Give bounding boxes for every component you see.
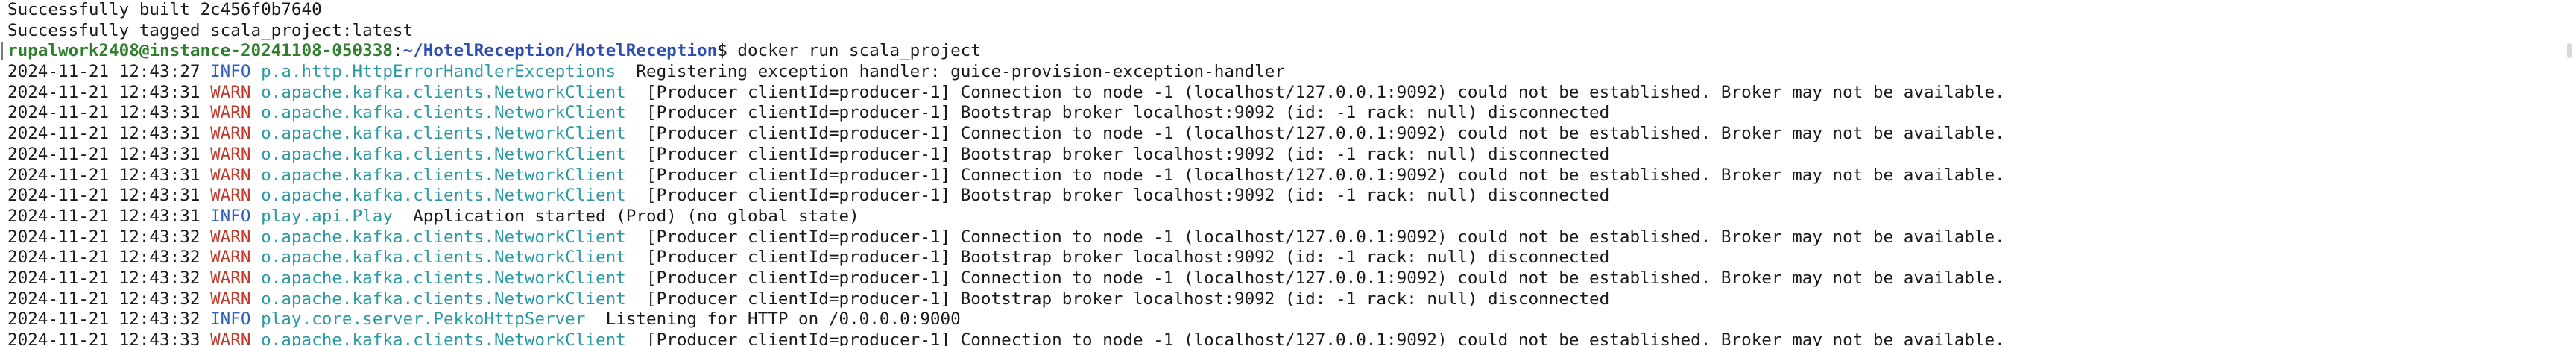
log-timestamp: 2024-11-21 12:43:31 <box>7 165 201 185</box>
line-marker <box>1 42 3 60</box>
log-logger: o.apache.kafka.clients.NetworkClient <box>261 144 626 164</box>
prompt-command: docker run scala_project <box>727 41 981 61</box>
log-timestamp: 2024-11-21 12:43:32 <box>7 268 201 288</box>
log-message: Application started (Prod) (no global st… <box>413 206 859 226</box>
log-message: [Producer clientId=producer-1] Connectio… <box>646 330 2005 346</box>
log-message: Listening for HTTP on /0.0.0.0:9000 <box>605 309 961 330</box>
log-logger: play.core.server.PekkoHttpServer <box>261 309 586 330</box>
log-line: 2024-11-21 12:43:31 INFO play.api.Play A… <box>7 207 2557 227</box>
log-level: WARN <box>210 144 251 164</box>
log-logger: o.apache.kafka.clients.NetworkClient <box>261 124 626 144</box>
log-timestamp: 2024-11-21 12:43:32 <box>7 289 201 309</box>
log-logger: o.apache.kafka.clients.NetworkClient <box>261 330 626 346</box>
log-level: INFO <box>210 309 251 330</box>
scrollbar-thumb[interactable] <box>2567 43 2572 58</box>
log-level: WARN <box>210 330 251 346</box>
log-timestamp: 2024-11-21 12:43:31 <box>7 144 201 164</box>
log-logger: o.apache.kafka.clients.NetworkClient <box>261 82 626 102</box>
log-line: 2024-11-21 12:43:31 WARN o.apache.kafka.… <box>7 186 2557 207</box>
log-line: 2024-11-21 12:43:33 WARN o.apache.kafka.… <box>7 330 2557 346</box>
terminal-output: Successfully built 2c456f0b7640 Successf… <box>7 0 2557 346</box>
log-message: [Producer clientId=producer-1] Bootstrap… <box>646 186 1610 206</box>
prompt-path: ~/HotelReception/HotelReception <box>402 41 718 61</box>
log-timestamp: 2024-11-21 12:43:32 <box>7 309 201 330</box>
log-line: 2024-11-21 12:43:32 WARN o.apache.kafka.… <box>7 227 2557 248</box>
log-line: 2024-11-21 12:43:31 WARN o.apache.kafka.… <box>7 145 2557 166</box>
log-level: WARN <box>210 186 251 206</box>
log-logger: play.api.Play <box>261 206 393 226</box>
prompt-separator: : <box>392 41 403 61</box>
log-message: [Producer clientId=producer-1] Bootstrap… <box>646 144 1610 164</box>
log-message: [Producer clientId=producer-1] Connectio… <box>646 165 2005 185</box>
log-level: WARN <box>210 124 251 144</box>
log-timestamp: 2024-11-21 12:43:31 <box>7 124 201 144</box>
log-level: INFO <box>210 62 251 82</box>
log-line: 2024-11-21 12:43:32 WARN o.apache.kafka.… <box>7 289 2557 310</box>
log-timestamp: 2024-11-21 12:43:31 <box>7 82 201 102</box>
output-line: Successfully built 2c456f0b7640 <box>7 0 322 19</box>
log-level: WARN <box>210 82 251 102</box>
log-level: INFO <box>210 206 251 226</box>
log-logger: o.apache.kafka.clients.NetworkClient <box>261 227 626 247</box>
log-timestamp: 2024-11-21 12:43:32 <box>7 227 201 247</box>
log-line: 2024-11-21 12:43:31 WARN o.apache.kafka.… <box>7 166 2557 186</box>
log-level: WARN <box>210 103 251 123</box>
log-line: 2024-11-21 12:43:27 INFO p.a.http.HttpEr… <box>7 62 2557 83</box>
log-logger: o.apache.kafka.clients.NetworkClient <box>261 289 626 309</box>
log-logger: o.apache.kafka.clients.NetworkClient <box>261 165 626 185</box>
log-timestamp: 2024-11-21 12:43:33 <box>7 330 201 346</box>
log-logger: o.apache.kafka.clients.NetworkClient <box>261 103 626 123</box>
prompt-symbol: $ <box>717 41 727 61</box>
log-message: [Producer clientId=producer-1] Bootstrap… <box>646 103 1610 123</box>
log-message: [Producer clientId=producer-1] Connectio… <box>646 82 2005 102</box>
log-message: [Producer clientId=producer-1] Connectio… <box>646 268 2005 288</box>
log-line: 2024-11-21 12:43:32 INFO play.core.serve… <box>7 309 2557 330</box>
log-timestamp: 2024-11-21 12:43:27 <box>7 62 201 82</box>
log-logger: o.apache.kafka.clients.NetworkClient <box>261 186 626 206</box>
log-line: 2024-11-21 12:43:32 WARN o.apache.kafka.… <box>7 268 2557 289</box>
log-level: WARN <box>210 248 251 268</box>
log-level: WARN <box>210 165 251 185</box>
log-message: [Producer clientId=producer-1] Connectio… <box>646 124 2005 144</box>
log-logger: o.apache.kafka.clients.NetworkClient <box>261 268 626 288</box>
terminal-window[interactable]: Successfully built 2c456f0b7640 Successf… <box>0 0 2576 346</box>
log-timestamp: 2024-11-21 12:43:31 <box>7 103 201 123</box>
log-timestamp: 2024-11-21 12:43:32 <box>7 248 201 268</box>
log-line: 2024-11-21 12:43:31 WARN o.apache.kafka.… <box>7 83 2557 104</box>
log-message: [Producer clientId=producer-1] Bootstrap… <box>646 248 1610 268</box>
log-message: [Producer clientId=producer-1] Connectio… <box>646 227 2005 247</box>
log-message: [Producer clientId=producer-1] Bootstrap… <box>646 289 1610 309</box>
log-logger: p.a.http.HttpErrorHandlerExceptions <box>261 62 616 82</box>
log-line: 2024-11-21 12:43:31 WARN o.apache.kafka.… <box>7 124 2557 145</box>
log-level: WARN <box>210 227 251 247</box>
log-level: WARN <box>210 289 251 309</box>
log-timestamp: 2024-11-21 12:43:31 <box>7 186 201 206</box>
log-level: WARN <box>210 268 251 288</box>
log-message: Registering exception handler: guice-pro… <box>636 62 1285 82</box>
output-line: Successfully tagged scala_project:latest <box>7 20 414 40</box>
log-lines: 2024-11-21 12:43:27 INFO p.a.http.HttpEr… <box>7 62 2557 346</box>
log-line: 2024-11-21 12:43:32 WARN o.apache.kafka.… <box>7 248 2557 268</box>
command-prompt-line: rupalwork2408@instance-20241108-050338:~… <box>7 41 2557 62</box>
log-logger: o.apache.kafka.clients.NetworkClient <box>261 248 626 268</box>
log-line: 2024-11-21 12:43:31 WARN o.apache.kafka.… <box>7 103 2557 124</box>
log-timestamp: 2024-11-21 12:43:31 <box>7 206 201 226</box>
prompt-user-host: rupalwork2408@instance-20241108-050338 <box>7 41 393 61</box>
